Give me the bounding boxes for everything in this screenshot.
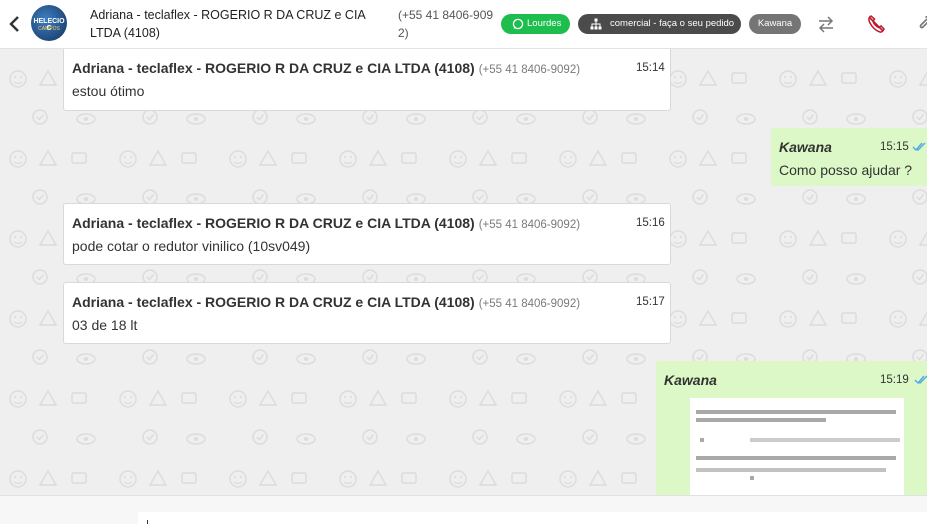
end-call-icon[interactable] [866,14,886,34]
transfer-icon[interactable] [816,14,836,34]
message-time: 15:19 [880,374,909,386]
queue-label: comercial - faça o seu pedido [610,18,735,29]
chat-area[interactable]: Adriana - teclaflex - ROGERIO R DA CRUZ … [0,49,927,495]
message-input[interactable] [138,512,927,524]
image-attachment[interactable] [690,398,904,495]
message-bubble-outgoing-image[interactable]: Kawana 15:19 [656,361,927,495]
agent-label: Kawana [757,18,793,29]
chevron-left-icon[interactable] [7,14,23,34]
message-sender: Adriana - teclaflex - ROGERIO R DA CRUZ … [72,294,580,310]
sender-name: Adriana - teclaflex - ROGERIO R DA CRUZ … [72,294,475,310]
agent-tag[interactable]: Kawana [749,14,801,34]
message-time: 15:15 [880,141,909,153]
sitemap-icon [590,18,602,30]
message-text: Como posso ajudar ? [779,162,913,178]
attach-icon[interactable] [915,14,927,34]
message-composer [0,495,927,524]
message-text: estou ótimo [72,83,145,99]
sender-phone: (+55 41 8406-9092) [478,219,581,231]
message-text: 03 de 18 lt [72,317,138,333]
read-check-icon [914,375,927,385]
message-sender: Adriana - teclaflex - ROGERIO R DA CRUZ … [72,60,580,76]
sender-phone: (+55 41 8406-9092) [478,298,581,310]
avatar-subtext: CAMPOS [38,26,60,32]
message-time: 15:14 [636,62,665,74]
whatsapp-connection-tag[interactable]: Lourdes [501,14,570,34]
message-sender: Kawana [664,372,717,388]
avatar[interactable]: HELECIO C CAMPOS [31,5,67,41]
sender-name: Adriana - teclaflex - ROGERIO R DA CRUZ … [72,215,475,231]
message-bubble-incoming[interactable]: Adriana - teclaflex - ROGERIO R DA CRUZ … [63,282,671,344]
queue-tag[interactable]: comercial - faça o seu pedido [578,14,741,34]
sender-phone: (+55 41 8406-9092) [478,64,581,76]
message-time: 15:16 [636,217,665,229]
whatsapp-icon [512,18,524,30]
sender-name: Adriana - teclaflex - ROGERIO R DA CRUZ … [72,60,475,76]
contact-phone: (+55 41 8406-9092) [398,8,494,40]
whatsapp-connection-label: Lourdes [527,18,562,29]
text-caret [147,520,148,524]
message-sender: Kawana [779,139,832,155]
message-sender: Adriana - teclaflex - ROGERIO R DA CRUZ … [72,215,580,231]
message-bubble-outgoing[interactable]: Kawana 15:15 Como posso ajudar ? [771,128,927,186]
message-bubble-incoming[interactable]: Adriana - teclaflex - ROGERIO R DA CRUZ … [63,49,671,111]
message-bubble-incoming[interactable]: Adriana - teclaflex - ROGERIO R DA CRUZ … [63,203,671,265]
chat-header: HELECIO C CAMPOS Adriana - teclaflex - R… [0,0,927,49]
read-check-icon [912,142,926,152]
message-time: 15:17 [636,296,665,308]
message-text: pode cotar o redutor vinilico (10sv049) [72,238,311,254]
contact-name[interactable]: Adriana - teclaflex - ROGERIO R DA CRUZ … [90,6,395,42]
